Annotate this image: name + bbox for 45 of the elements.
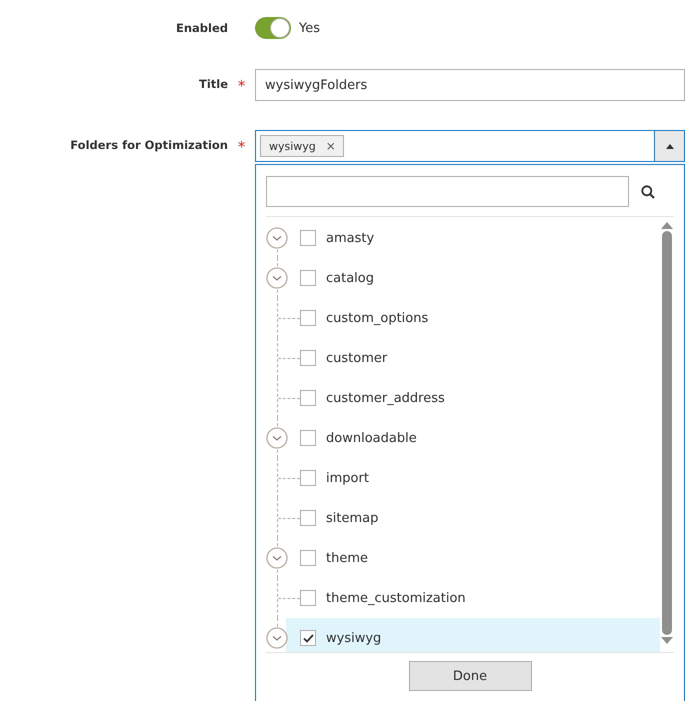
checkbox[interactable] [300, 230, 316, 246]
toggle-value: Yes [299, 20, 320, 36]
scroll-up-icon[interactable] [661, 221, 673, 229]
field-label: Title [198, 77, 228, 91]
folder-name[interactable]: catalog [326, 270, 374, 286]
done-button[interactable]: Done [408, 661, 532, 691]
checkbox[interactable] [300, 310, 316, 326]
multiselect-field[interactable]: wysiwyg × [255, 130, 685, 162]
field-label: Folders for Optimization [70, 138, 228, 152]
search-field[interactable] [266, 176, 629, 207]
folder-name[interactable]: customer [326, 350, 388, 366]
checkbox[interactable] [300, 510, 316, 526]
expand-toggle-icon[interactable] [266, 547, 288, 569]
expand-toggle-icon[interactable] [266, 427, 288, 449]
folder-name[interactable]: theme [326, 550, 368, 566]
checkbox[interactable] [300, 270, 316, 286]
folder-name[interactable]: wysiwyg [326, 630, 382, 646]
checkbox[interactable] [300, 430, 316, 446]
search-icon[interactable] [641, 184, 655, 198]
dropdown-toggle-button[interactable] [654, 131, 684, 161]
checkbox[interactable] [300, 350, 316, 366]
required-asterisk: * [238, 138, 246, 156]
field-label: Enabled [176, 21, 228, 35]
folder-name[interactable]: custom_options [326, 310, 428, 326]
folder-name[interactable]: amasty [326, 230, 374, 246]
caret-up-icon [666, 144, 674, 148]
expand-toggle-icon[interactable] [266, 627, 288, 649]
tag-label: wysiwyg [269, 140, 316, 152]
folder-name[interactable]: theme_customization [326, 590, 466, 606]
folder-name[interactable]: sitemap [326, 510, 378, 526]
folder-name[interactable]: customer_address [326, 390, 445, 406]
folder-name[interactable]: import [326, 470, 369, 486]
required-asterisk: * [238, 77, 246, 95]
checkbox[interactable] [300, 630, 316, 646]
checkbox[interactable] [300, 390, 316, 406]
checkbox[interactable] [300, 470, 316, 486]
title-input[interactable]: wysiwygFolders [255, 69, 685, 101]
folder-name[interactable]: downloadable [326, 430, 417, 446]
expand-toggle-icon[interactable] [266, 267, 288, 289]
remove-tag-button[interactable]: × [326, 139, 336, 153]
scroll-down-icon[interactable] [661, 637, 673, 645]
toggle-switch[interactable] [255, 17, 291, 39]
checkbox[interactable] [300, 590, 316, 606]
checkbox[interactable] [300, 550, 316, 566]
expand-toggle-icon[interactable] [266, 227, 288, 249]
